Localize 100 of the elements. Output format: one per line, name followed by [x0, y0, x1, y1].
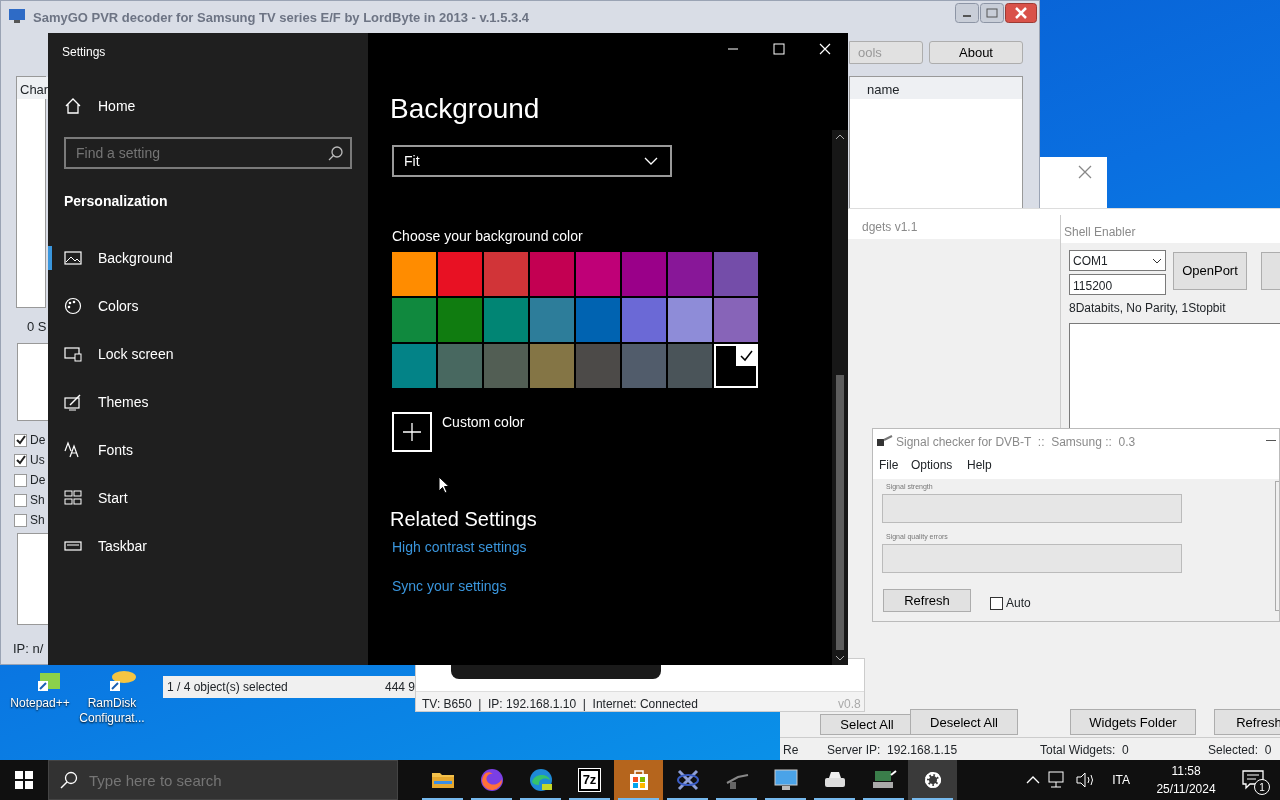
- notification-icon[interactable]: [1242, 770, 1264, 790]
- color-swatch[interactable]: [576, 252, 620, 296]
- scrollbar[interactable]: [832, 130, 848, 665]
- chevron-up-icon[interactable]: [1026, 775, 1041, 785]
- nav-item[interactable]: Lock screen: [48, 330, 368, 378]
- clock-time[interactable]: 11:58: [1146, 762, 1226, 780]
- color-swatch[interactable]: [392, 298, 436, 342]
- color-swatch[interactable]: [530, 252, 574, 296]
- color-swatch[interactable]: [622, 252, 666, 296]
- nav-item[interactable]: Colors: [48, 282, 368, 330]
- color-swatch[interactable]: [668, 252, 712, 296]
- restore-icon[interactable]: [980, 3, 1004, 23]
- menu-item[interactable]: Options: [911, 456, 953, 474]
- about-button[interactable]: About: [929, 41, 1023, 64]
- menu-item[interactable]: File: [879, 456, 899, 474]
- desktop-icon-label[interactable]: RamDisk Configurat...: [78, 696, 146, 726]
- nav-item[interactable]: Fonts: [48, 426, 368, 474]
- taskbar-search-field[interactable]: Type here to search: [48, 760, 398, 800]
- status-text: TV: B650 | IP: 192.168.1.10 | Internet: Connected: [422, 696, 698, 711]
- checkbox-label: De: [30, 472, 46, 489]
- color-swatch[interactable]: [484, 298, 528, 342]
- action-button[interactable]: Deselect All: [910, 709, 1018, 735]
- baud-field[interactable]: 115200: [1069, 274, 1166, 295]
- checkbox-label: Auto: [1006, 595, 1031, 612]
- checked-checkbox[interactable]: [14, 453, 27, 467]
- version-label: v0.8: [838, 696, 861, 711]
- column-header: name: [850, 77, 1022, 99]
- color-swatch[interactable]: [438, 344, 482, 388]
- window-title: Settings: [62, 44, 106, 61]
- color-swatch[interactable]: [438, 298, 482, 342]
- letters-icon: [64, 441, 82, 459]
- minimize-icon[interactable]: [955, 3, 979, 23]
- custom-color-button[interactable]: Custom color: [442, 412, 525, 452]
- section-heading: Personalization: [64, 192, 168, 211]
- status-text: Re: [783, 742, 799, 759]
- section-label: Choose your background color: [392, 227, 583, 246]
- search-icon[interactable]: [328, 145, 344, 161]
- color-swatch[interactable]: [622, 298, 666, 342]
- app-window-icon: [8, 8, 26, 24]
- monitor-icon[interactable]: [772, 767, 799, 793]
- color-swatch[interactable]: [714, 344, 758, 388]
- chevron-down-icon: [1152, 257, 1162, 264]
- color-swatch[interactable]: [668, 344, 712, 388]
- color-swatch[interactable]: [576, 298, 620, 342]
- nav-item[interactable]: Background: [48, 234, 368, 282]
- close-icon[interactable]: [1005, 3, 1037, 23]
- checkbox[interactable]: [14, 513, 27, 527]
- fox-globe-icon[interactable]: [478, 767, 505, 793]
- color-swatch[interactable]: [392, 344, 436, 388]
- close-icon[interactable]: [1078, 165, 1092, 179]
- color-swatch[interactable]: [484, 252, 528, 296]
- swirl-icon[interactable]: [527, 767, 554, 793]
- search-icon: [60, 771, 78, 789]
- settings-link[interactable]: Sync your settings: [392, 576, 507, 597]
- nav-item[interactable]: Taskbar: [48, 522, 368, 570]
- color-swatch[interactable]: [438, 252, 482, 296]
- status-text: Total Widgets: 0: [1040, 742, 1129, 759]
- language-indicator[interactable]: ITA: [1112, 771, 1130, 789]
- checkbox[interactable]: [990, 596, 1003, 610]
- open-port-button[interactable]: OpenPort: [1173, 252, 1247, 290]
- count-label: 0 S: [27, 318, 47, 336]
- color-swatch[interactable]: [622, 344, 666, 388]
- settings-link[interactable]: High contrast settings: [392, 537, 527, 558]
- chevron-down-icon: [644, 157, 658, 165]
- window-title: Signal checker for DVB-T :: Samsung :: 0.3: [896, 434, 1136, 451]
- status-text: Selected: 0: [1208, 742, 1272, 759]
- checkbox[interactable]: [14, 473, 27, 487]
- color-swatch[interactable]: [484, 344, 528, 388]
- color-swatch[interactable]: [714, 298, 758, 342]
- clock-date[interactable]: 25/11/2024: [1146, 780, 1226, 798]
- window-title: dgets v1.1: [862, 219, 918, 236]
- color-swatch[interactable]: [714, 252, 758, 296]
- checkbox-label: Us: [30, 452, 45, 469]
- scroll-thumb[interactable]: [836, 375, 844, 650]
- refresh-button[interactable]: Refresh: [883, 589, 971, 612]
- plus-icon[interactable]: [392, 412, 432, 452]
- screen-lock-icon: [64, 345, 82, 363]
- nav-item[interactable]: Start: [48, 474, 368, 522]
- checked-checkbox[interactable]: [14, 433, 27, 447]
- menu-item[interactable]: Help: [967, 456, 992, 474]
- action-button[interactable]: Widgets Folder: [1070, 709, 1196, 735]
- color-swatch[interactable]: [668, 298, 712, 342]
- color-swatch[interactable]: [392, 252, 436, 296]
- checkbox-label: Sh: [30, 512, 45, 529]
- page-title: Background: [390, 92, 540, 126]
- cross-tool-icon[interactable]: [674, 767, 701, 793]
- seven-zip-icon[interactable]: 7z: [578, 769, 601, 791]
- nav-item[interactable]: Themes: [48, 378, 368, 426]
- window-title: Shell Enabler: [1064, 224, 1136, 241]
- color-swatch[interactable]: [576, 344, 620, 388]
- color-swatch[interactable]: [530, 344, 574, 388]
- color-swatch[interactable]: [530, 298, 574, 342]
- desktop-icon-label[interactable]: Notepad++: [6, 696, 74, 711]
- serial-settings-text: 8Databits, No Parity, 1Stopbit: [1069, 300, 1226, 317]
- port-dropdown[interactable]: COM1: [1069, 250, 1166, 271]
- windows-start-icon[interactable]: [15, 771, 33, 789]
- search-field[interactable]: Find a setting: [64, 137, 352, 169]
- window-title: SamyGO PVR decoder for Samsung TV series E/F by LordByte in 2013 - v.1.5.3.4: [33, 9, 530, 27]
- fit-dropdown[interactable]: Fit: [392, 145, 672, 177]
- checkbox[interactable]: [14, 493, 27, 507]
